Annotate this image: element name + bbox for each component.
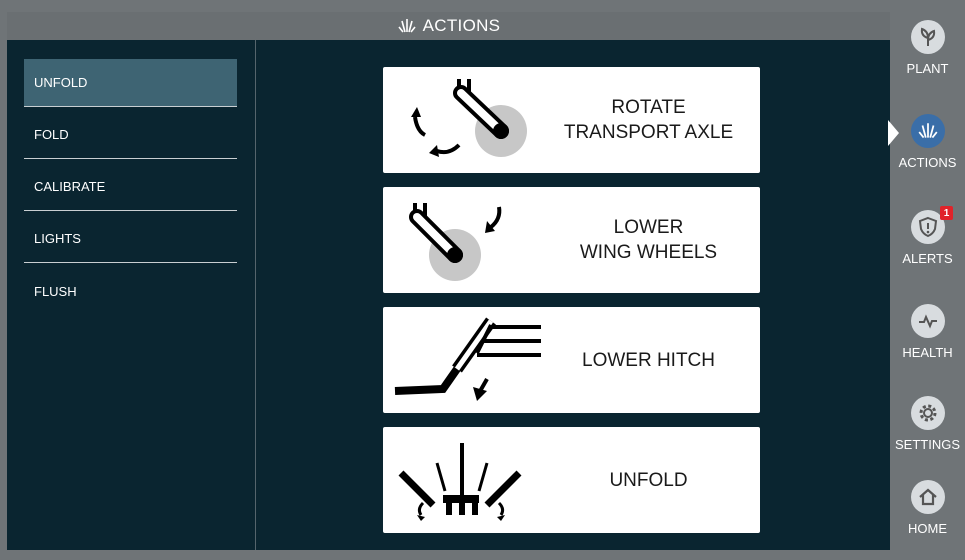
menu-item-calibrate[interactable]: CALIBRATE [24, 163, 237, 211]
nav-item-alerts[interactable]: 1 ALERTS [890, 202, 965, 290]
action-area: ROTATE TRANSPORT AXLE LOWER WING WHEELS [256, 40, 890, 550]
nav-item-plant[interactable]: PLANT [890, 12, 965, 100]
menu-item-flush[interactable]: FLUSH [24, 267, 237, 315]
wing-wheels-icon [409, 203, 502, 281]
rotate-axle-icon [411, 79, 527, 157]
action-menu: UNFOLD FOLD CALIBRATE LIGHTS FLUSH [7, 40, 256, 550]
action-label: LOWER WING WHEELS [579, 217, 718, 263]
nav-label: HOME [908, 521, 947, 536]
action-label: LOWER HITCH [582, 349, 715, 371]
gear-icon [911, 396, 945, 430]
unfold-icon [398, 443, 522, 521]
nav-item-settings[interactable]: SETTINGS [890, 388, 965, 476]
home-icon [911, 480, 945, 514]
nav-item-home[interactable]: HOME [890, 472, 965, 560]
menu-item-label: FLUSH [34, 283, 77, 299]
lower-hitch-button[interactable]: LOWER HITCH [383, 307, 760, 413]
menu-item-unfold[interactable]: UNFOLD [24, 59, 237, 107]
heartbeat-icon [911, 304, 945, 338]
actions-icon [398, 19, 416, 33]
menu-item-label: UNFOLD [34, 75, 88, 90]
menu-item-fold[interactable]: FOLD [24, 111, 237, 159]
nav-label: SETTINGS [894, 437, 960, 452]
nav-item-health[interactable]: HEALTH [890, 296, 965, 384]
nav-label: ALERTS [902, 251, 953, 266]
action-label: ROTATE TRANSPORT AXLE [563, 97, 734, 143]
menu-item-lights[interactable]: LIGHTS [24, 215, 237, 263]
rotate-transport-axle-button[interactable]: ROTATE TRANSPORT AXLE [383, 67, 760, 173]
actions-icon [911, 114, 945, 148]
app-frame: ACTIONS UNFOLD FOLD CALIBRATE LIGHTS FLU… [7, 12, 890, 550]
unfold-button[interactable]: UNFOLD [383, 427, 760, 533]
menu-item-label: LIGHTS [34, 231, 81, 246]
lower-wing-wheels-button[interactable]: LOWER WING WHEELS [383, 187, 760, 293]
menu-item-label: CALIBRATE [34, 179, 106, 194]
plant-icon [911, 20, 945, 54]
title-bar: ACTIONS [7, 12, 890, 40]
hitch-icon [394, 317, 541, 401]
alert-count-badge: 1 [940, 206, 953, 220]
nav-label: ACTIONS [898, 155, 957, 170]
action-label: UNFOLD [609, 469, 688, 491]
nav-label: HEALTH [902, 345, 953, 360]
nav-label: PLANT [906, 61, 949, 76]
active-pointer [888, 120, 899, 146]
nav-sidebar: PLANT ACTIONS 1 ALERTS HEALTH SETTINGS H… [888, 12, 965, 550]
page-title: ACTIONS [422, 16, 501, 35]
nav-item-actions[interactable]: ACTIONS [888, 106, 965, 194]
menu-item-label: FOLD [34, 127, 69, 142]
